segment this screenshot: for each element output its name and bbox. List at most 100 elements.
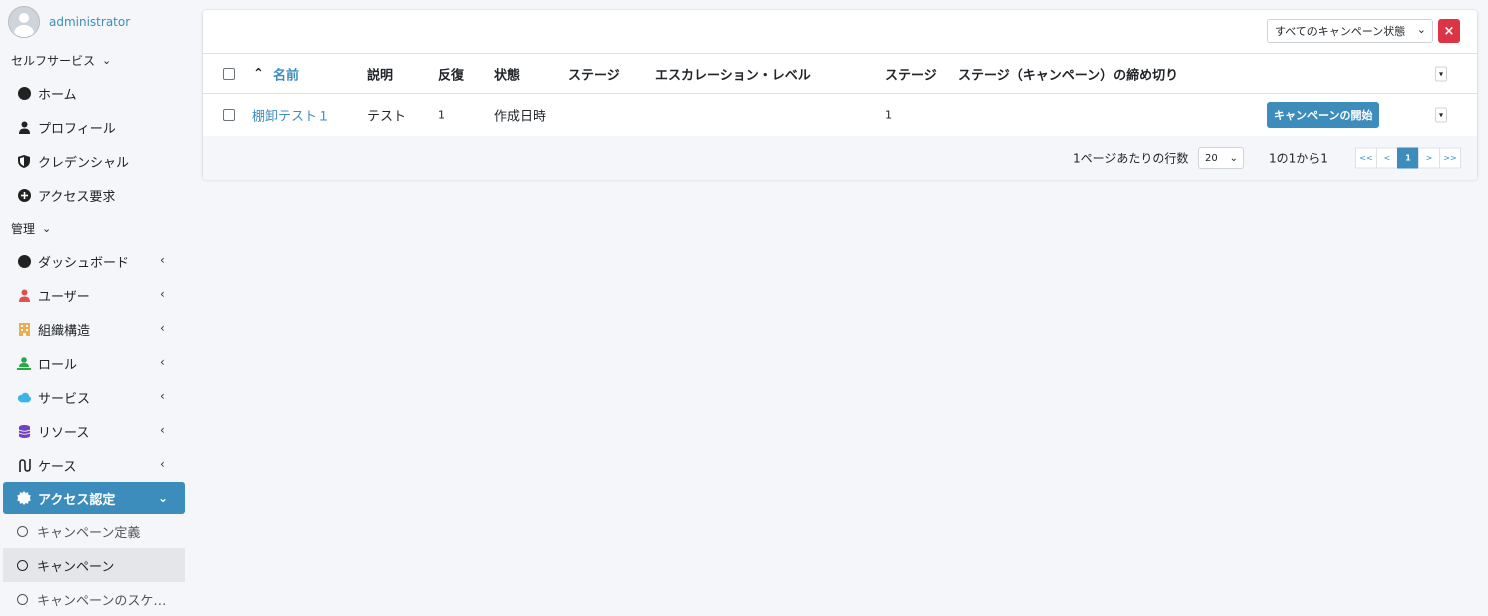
sidebar-item-access-certification[interactable]: アクセス認定 ⌄ xyxy=(3,482,185,514)
sidebar-item-access-request[interactable]: アクセス要求 xyxy=(0,178,190,212)
table-header: ⌃ 名前 説明 反復 状態 ステージ エスカレーション・レベル ステージ ステー… xyxy=(203,54,1477,94)
chevron-left-icon: ‹ xyxy=(160,355,165,369)
table-toolbar: すべてのキャンペーン状態 ⌄ × xyxy=(203,10,1477,54)
last-page-button[interactable]: >> xyxy=(1439,147,1461,169)
sort-ascending-icon[interactable]: ⌃ xyxy=(253,66,264,81)
cell-state: 作成日時 xyxy=(494,109,547,125)
chevron-down-icon: ⌄ xyxy=(1229,152,1238,164)
sidebar-item-label: アクセス要求 xyxy=(38,189,116,205)
sidebar-item-home[interactable]: ホーム xyxy=(0,76,190,110)
row-actions-dropdown[interactable]: ▾ xyxy=(1435,107,1447,123)
sidebar-item-campaign-definitions[interactable]: キャンペーン定義 xyxy=(0,514,190,548)
sidebar-item-label: アクセス認定 xyxy=(38,492,116,508)
column-header-state[interactable]: 状態 xyxy=(494,64,520,83)
chevron-left-icon: ‹ xyxy=(160,287,165,301)
campaign-name-link[interactable]: 棚卸テスト１ xyxy=(252,106,330,125)
select-all-checkbox[interactable] xyxy=(223,67,235,80)
section-label: 管理 xyxy=(11,221,36,236)
sidebar-item-services[interactable]: サービス ‹ xyxy=(0,380,190,414)
username[interactable]: administrator xyxy=(49,15,130,29)
pagination-range: 1の1から1 xyxy=(1269,151,1328,166)
sidebar-item-label: サービス xyxy=(38,391,91,407)
section-admin[interactable]: 管理 ⌄ xyxy=(0,212,190,244)
chevron-down-icon: ⌄ xyxy=(1416,23,1426,36)
table-row: 棚卸テスト１ テスト 1 作成日時 1 キャンペーンの開始 ▾ xyxy=(203,94,1477,136)
table-footer: 1ページあたりの行数 20 ⌄ 1の1から1 << < 1 > >> xyxy=(203,136,1477,180)
sidebar-item-label: ケース xyxy=(38,459,77,475)
column-header-description[interactable]: 説明 xyxy=(367,64,393,83)
page-button-1[interactable]: 1 xyxy=(1397,147,1419,169)
database-icon xyxy=(17,424,31,438)
user-icon xyxy=(17,120,31,134)
sidebar-item-dashboard[interactable]: ダッシュボード ‹ xyxy=(0,244,190,278)
plus-circle-icon xyxy=(17,188,31,202)
column-header-name[interactable]: 名前 xyxy=(273,64,299,83)
row-checkbox[interactable] xyxy=(223,109,235,121)
cell-description: テスト xyxy=(367,109,407,125)
campaign-status-select[interactable]: すべてのキャンペーン状態 ⌄ xyxy=(1267,19,1433,43)
sidebar-item-label: ダッシュボード xyxy=(38,255,130,271)
start-campaign-button[interactable]: キャンペーンの開始 xyxy=(1267,102,1380,128)
chevron-down-icon: ⌄ xyxy=(102,53,112,67)
next-page-button[interactable]: > xyxy=(1418,147,1440,169)
chevron-left-icon: ‹ xyxy=(160,457,165,471)
column-header-iteration[interactable]: 反復 xyxy=(438,64,464,83)
pagination: << < 1 > >> xyxy=(1355,147,1461,169)
section-self-service[interactable]: セルフサービス ⌄ xyxy=(0,44,190,76)
certificate-icon xyxy=(17,491,31,505)
circle-icon xyxy=(17,593,28,605)
dashboard-icon xyxy=(17,254,31,268)
sidebar-item-roles[interactable]: ロール ‹ xyxy=(0,346,190,380)
circle-icon xyxy=(17,525,28,537)
sidebar-item-label: 組織構造 xyxy=(38,323,91,339)
sidebar-item-resources[interactable]: リソース ‹ xyxy=(0,414,190,448)
sidebar-item-users[interactable]: ユーザー ‹ xyxy=(0,278,190,312)
rows-per-page-value: 20 xyxy=(1205,152,1218,164)
sidebar-item-label: プロフィール xyxy=(38,121,116,137)
sidebar-item-credentials[interactable]: クレデンシャル xyxy=(0,144,190,178)
chevron-down-icon: ⌄ xyxy=(42,221,52,235)
cell-iteration: 1 xyxy=(438,108,445,122)
rows-per-page-select[interactable]: 20 ⌄ xyxy=(1198,147,1244,169)
chevron-left-icon: ‹ xyxy=(160,321,165,335)
circle-icon xyxy=(17,559,28,571)
column-header-stage-number[interactable]: ステージ xyxy=(885,64,937,83)
clear-filter-button[interactable]: × xyxy=(1438,19,1460,43)
rows-per-page-label: 1ページあたりの行数 xyxy=(1073,151,1189,166)
sidebar-item-label: ユーザー xyxy=(38,289,90,305)
sidebar: administrator セルフサービス ⌄ ホーム プロフィール クレデンシ… xyxy=(0,0,190,613)
sidebar-item-label: キャンペーン定義 xyxy=(37,525,141,541)
sidebar-item-profile[interactable]: プロフィール xyxy=(0,110,190,144)
column-header-escalation-level[interactable]: エスカレーション・レベル xyxy=(655,64,811,83)
chevron-left-icon: ‹ xyxy=(160,423,165,437)
chevron-down-icon: ⌄ xyxy=(158,491,169,505)
chevron-left-icon: ‹ xyxy=(160,253,165,267)
sidebar-item-campaigns[interactable]: キャンペーン xyxy=(3,548,185,582)
sidebar-item-label: キャンペーンのスケ… xyxy=(37,593,167,609)
sidebar-item-label: キャンペーン xyxy=(37,559,115,575)
shield-icon xyxy=(17,154,31,168)
status-select-value: すべてのキャンペーン状態 xyxy=(1275,25,1406,38)
building-icon xyxy=(17,322,31,336)
sidebar-item-cases[interactable]: ケース ‹ xyxy=(0,448,190,482)
sidebar-item-label: クレデンシャル xyxy=(38,155,130,171)
sidebar-item-campaign-schedules[interactable]: キャンペーンのスケ… xyxy=(0,582,190,616)
section-label: セルフサービス xyxy=(11,53,96,68)
sidebar-item-org-structure[interactable]: 組織構造 ‹ xyxy=(0,312,190,346)
sidebar-item-label: ホーム xyxy=(38,87,77,103)
prev-page-button[interactable]: < xyxy=(1376,147,1398,169)
column-header-deadline[interactable]: ステージ（キャンペーン）の締め切り xyxy=(958,64,1178,83)
chevron-left-icon: ‹ xyxy=(160,389,165,403)
close-icon: × xyxy=(1443,23,1455,39)
sidebar-item-label: ロール xyxy=(38,357,78,373)
user-icon xyxy=(17,288,31,302)
campaigns-card: すべてのキャンペーン状態 ⌄ × ⌃ 名前 説明 反復 状態 ステージ エスカレ… xyxy=(203,10,1477,180)
cloud-icon xyxy=(17,390,31,404)
first-page-button[interactable]: << xyxy=(1355,147,1377,169)
column-options-dropdown[interactable]: ▾ xyxy=(1435,66,1447,81)
user-panel[interactable]: administrator xyxy=(0,0,190,44)
column-header-stage[interactable]: ステージ xyxy=(568,64,620,83)
cell-stage-number: 1 xyxy=(885,108,892,122)
avatar xyxy=(8,6,40,38)
dashboard-icon xyxy=(17,86,31,100)
